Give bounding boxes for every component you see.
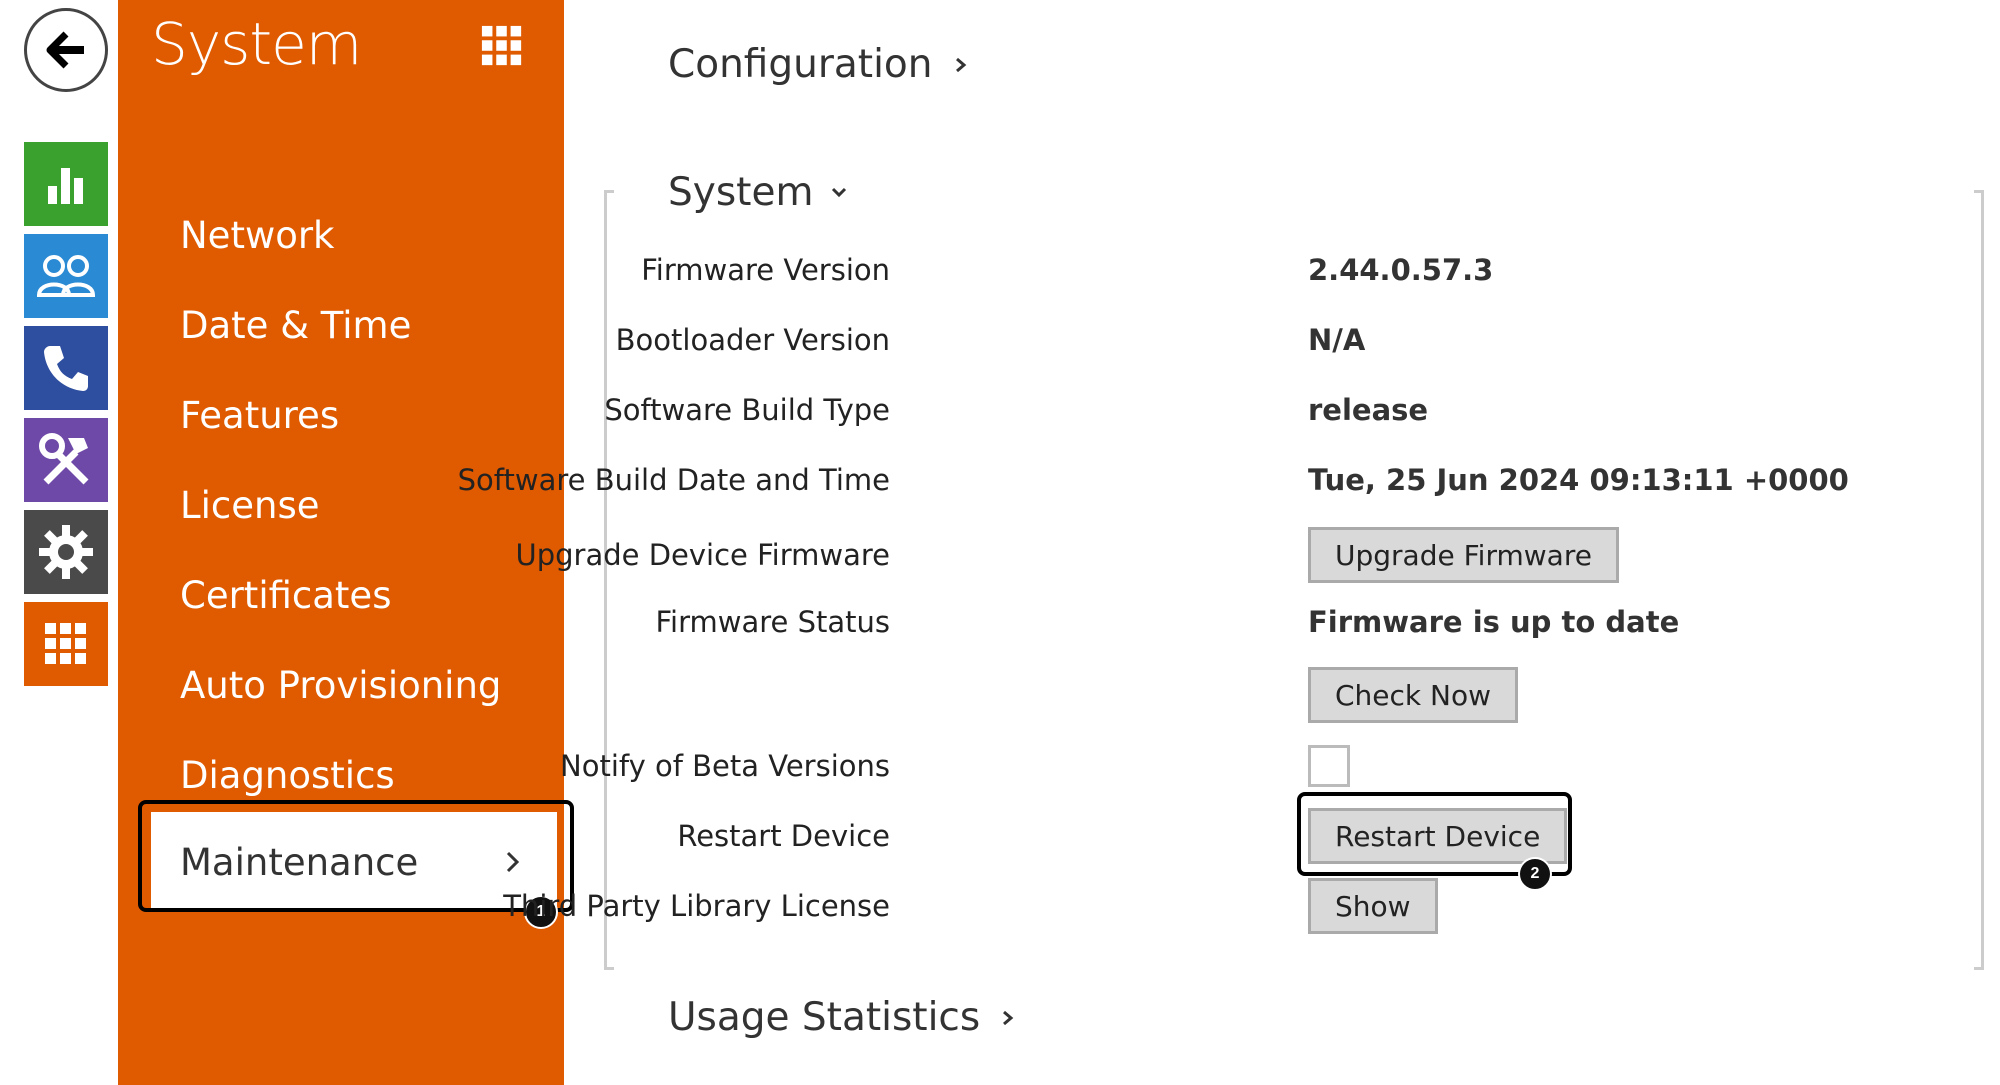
rail-hardware-button[interactable] <box>24 510 108 594</box>
chevron-right-icon <box>955 57 966 72</box>
chevron-right-icon <box>506 851 520 873</box>
nav-item-label: Certificates <box>180 573 392 617</box>
rail-directory-button[interactable] <box>24 234 108 318</box>
chevron-down-icon <box>832 187 847 197</box>
nav-item-network[interactable]: Network <box>118 195 564 275</box>
third-party-license-label: Third Party Library License <box>503 889 890 923</box>
build-type-value: release <box>1308 393 1429 427</box>
nav-item-label: License <box>180 483 320 527</box>
build-date-row: Software Build Date and Time Tue, 25 Jun… <box>458 450 2000 510</box>
nav-item-date-time[interactable]: Date & Time <box>118 285 564 365</box>
gear-icon <box>39 525 93 579</box>
nav-item-diagnostics[interactable]: Diagnostics <box>118 735 564 815</box>
show-license-button[interactable]: Show <box>1308 878 1438 934</box>
notify-beta-row: Notify of Beta Versions <box>560 736 2000 796</box>
firmware-status-row: Firmware Status Firmware is up to date <box>600 592 2000 652</box>
restart-device-label: Restart Device <box>677 819 890 853</box>
third-party-license-row: Third Party Library License Show <box>503 876 2000 936</box>
rail-services-button[interactable] <box>24 418 108 502</box>
rail-status-button[interactable] <box>24 142 108 226</box>
icon-rail <box>0 0 118 1085</box>
notify-beta-label: Notify of Beta Versions <box>560 749 890 783</box>
upgrade-firmware-label: Upgrade Device Firmware <box>515 538 890 572</box>
nav-item-label: Maintenance <box>180 840 419 884</box>
usage-statistics-heading[interactable]: Usage Statistics <box>668 995 1020 1040</box>
build-date-label: Software Build Date and Time <box>457 463 890 497</box>
build-date-value: Tue, 25 Jun 2024 09:13:11 +0000 <box>1308 463 1849 497</box>
nav-item-features[interactable]: Features <box>118 375 564 455</box>
tools-icon <box>39 433 89 485</box>
firmware-version-value: 2.44.0.57.3 <box>1308 253 1494 287</box>
system-panel: System Network Date & Time Features Lice… <box>118 0 564 1085</box>
nav-item-maintenance[interactable]: Maintenance <box>151 812 557 912</box>
nav-item-label: Date & Time <box>180 303 412 347</box>
firmware-status-label: Firmware Status <box>655 605 890 639</box>
check-now-button[interactable]: Check Now <box>1308 667 1519 723</box>
notify-beta-checkbox[interactable] <box>1308 745 1350 787</box>
bootloader-version-label: Bootloader Version <box>615 323 890 357</box>
nav-item-label: Auto Provisioning <box>180 663 502 707</box>
phone-icon <box>44 346 88 391</box>
arrow-left-icon <box>46 31 84 69</box>
configuration-heading-label: Configuration <box>668 42 933 87</box>
panel-title: System <box>151 10 362 78</box>
usage-statistics-heading-label: Usage Statistics <box>668 995 981 1040</box>
nav-item-auto-provisioning[interactable]: Auto Provisioning <box>118 645 564 725</box>
bar-chart-icon <box>48 168 83 204</box>
firmware-version-row: Firmware Version 2.44.0.57.3 <box>600 240 2000 300</box>
bootloader-version-row: Bootloader Version N/A <box>600 310 2000 370</box>
configuration-heading[interactable]: Configuration <box>668 42 973 87</box>
rail-calls-button[interactable] <box>24 326 108 410</box>
callout-badge-2: 2 <box>1518 857 1552 891</box>
users-icon <box>36 255 96 297</box>
restart-device-button[interactable]: Restart Device <box>1308 808 1568 864</box>
system-section-heading-label: System <box>668 170 814 215</box>
restart-device-row: Restart Device Restart Device <box>600 806 2000 866</box>
rail-system-button[interactable] <box>24 602 108 686</box>
build-type-row: Software Build Type release <box>600 380 2000 440</box>
chevron-right-icon <box>1003 1010 1014 1025</box>
nav-item-label: Network <box>180 213 335 257</box>
apps-grid-icon <box>45 623 86 664</box>
check-now-row: Check Now <box>600 665 2000 725</box>
nav-item-certificates[interactable]: Certificates <box>118 555 564 635</box>
nav-item-label: Diagnostics <box>180 753 395 797</box>
firmware-version-label: Firmware Version <box>641 253 890 287</box>
build-type-label: Software Build Type <box>604 393 890 427</box>
back-button[interactable] <box>24 8 108 92</box>
upgrade-firmware-button[interactable]: Upgrade Firmware <box>1308 527 1619 583</box>
system-section-heading[interactable]: System <box>668 170 851 215</box>
apps-grid-icon[interactable] <box>480 24 524 68</box>
upgrade-firmware-row: Upgrade Device Firmware Upgrade Firmware <box>515 525 2000 585</box>
firmware-status-value: Firmware is up to date <box>1308 605 1680 639</box>
bootloader-version-value: N/A <box>1308 323 1366 357</box>
nav-item-label: Features <box>180 393 340 437</box>
